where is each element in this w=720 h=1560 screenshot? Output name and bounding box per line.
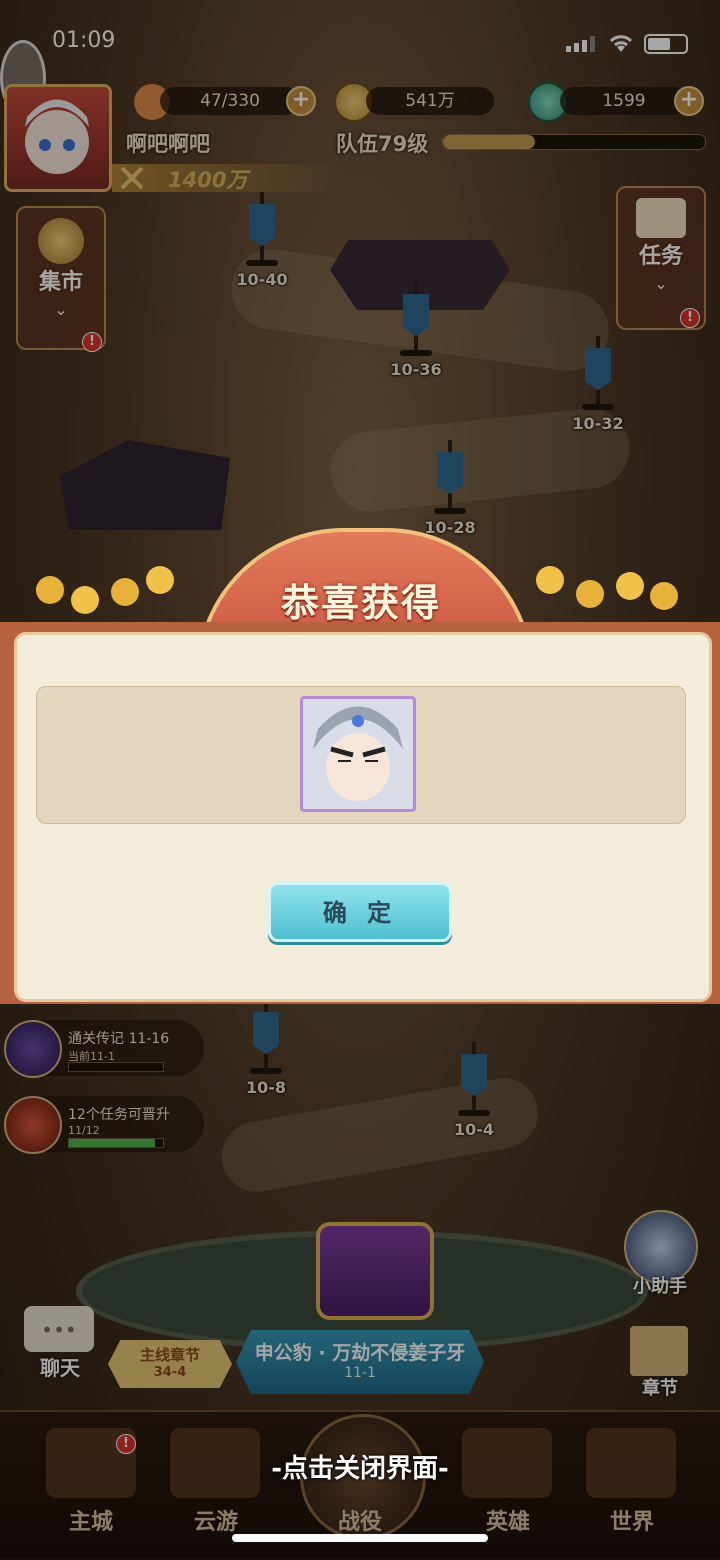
dialog-title: 恭喜获得	[280, 581, 441, 625]
close-hint[interactable]: -点击关闭界面-	[0, 1448, 720, 1485]
reward-item[interactable]	[300, 696, 416, 812]
ginkgo-leaves-left	[30, 560, 180, 620]
ginkgo-leaves-right	[530, 560, 680, 620]
home-indicator	[232, 1534, 488, 1542]
hero-portrait-icon	[303, 699, 413, 809]
confirm-button[interactable]: 确 定	[268, 882, 452, 942]
